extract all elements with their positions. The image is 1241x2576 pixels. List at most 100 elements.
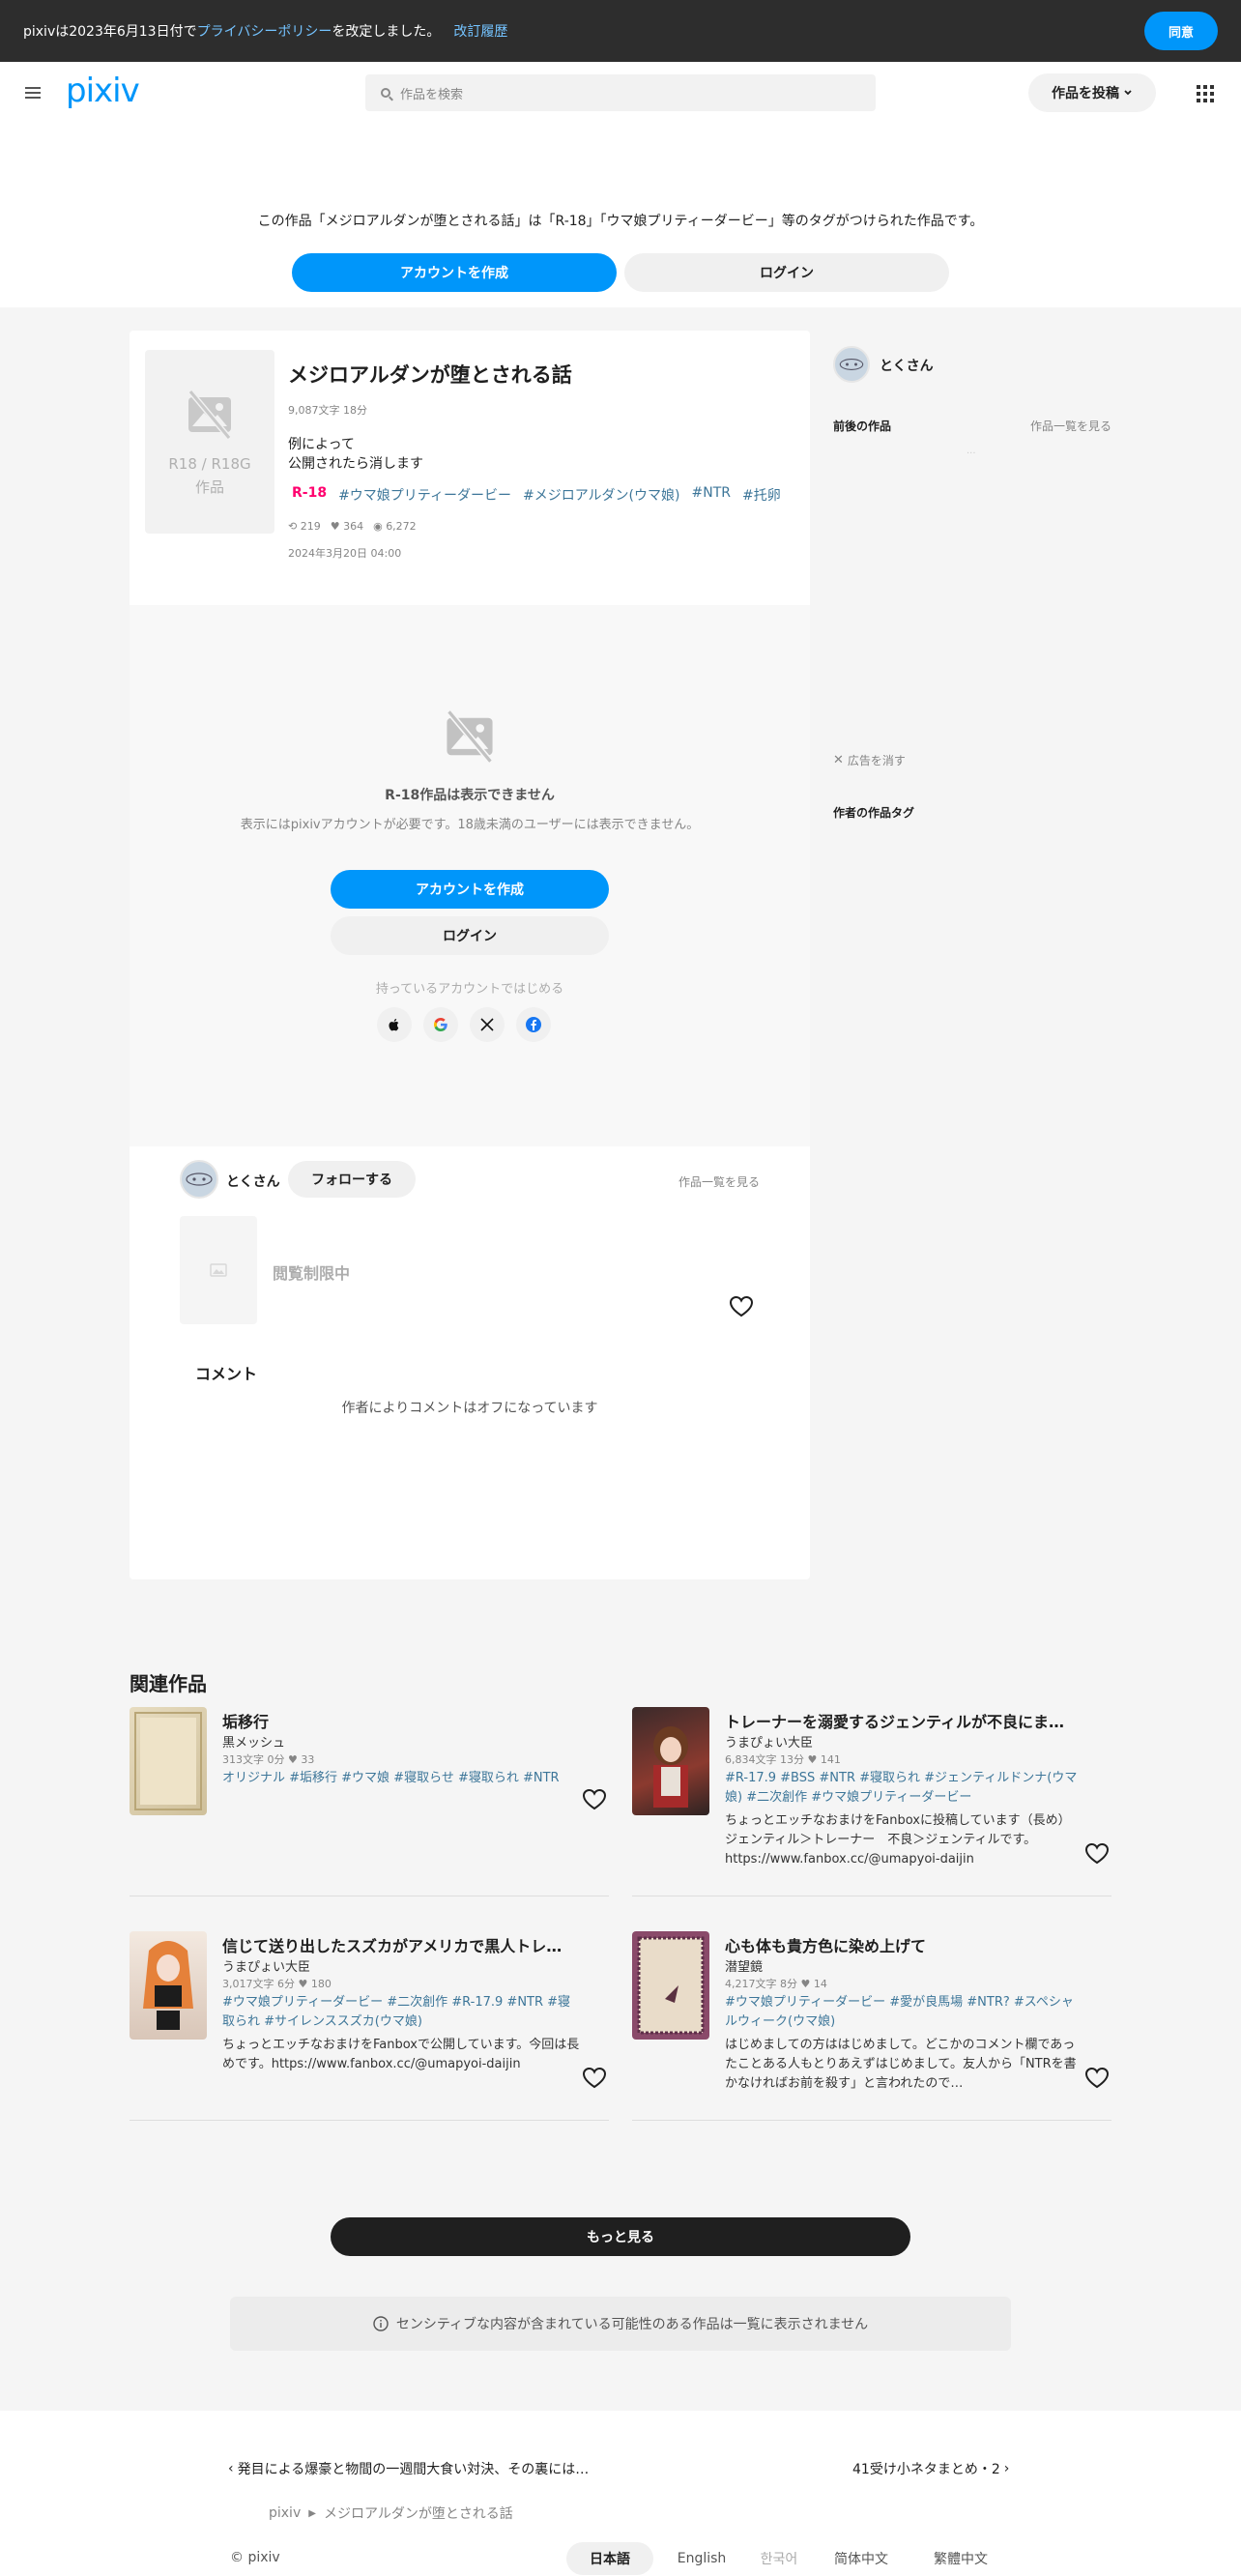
copyright: © pixiv [230,2550,280,2565]
apple-icon[interactable] [377,1007,412,1042]
post-work-button[interactable]: 作品を投稿 [1028,73,1156,112]
search-icon [381,88,390,98]
heart-outline-icon[interactable] [582,2067,607,2090]
related-author[interactable]: 黒メッシュ [222,1732,285,1751]
search-placeholder: 作品を検索 [400,87,464,102]
related-item[interactable]: 垢移行 黒メッシュ 313文字 0分 ♥ 33 オリジナル #垢移行 #ウマ娘 … [130,1707,609,1896]
privacy-policy-link[interactable]: プライバシーポリシー [197,21,332,41]
like-count: 364 [343,520,364,533]
related-author[interactable]: うまぴょい大臣 [725,1732,813,1751]
related-description: ちょっとエッチなおまけをFanboxに投稿しています（長め）ジェンティル＞トレー… [725,1813,1071,1867]
lang-ja[interactable]: 日本語 [566,2542,653,2575]
login-button[interactable]: ログイン [624,253,949,292]
prev-work-link[interactable]: ‹ 発目による爆豪と物間の一週間大食い対決、その裏には… [228,2459,589,2478]
restricted-subtitle: 表示にはpixivアカウントが必要です。18歳未満のユーザーには表示できません。 [240,818,700,832]
chevron-down-icon [1124,90,1132,96]
header: pixiv 作品を検索 作品を投稿 [0,62,1241,124]
heart-outline-icon[interactable] [582,1788,607,1811]
repost-icon: ⟲ [288,520,301,533]
related-meta: 3,017文字 6分 ♥ 180 [222,1978,332,1990]
author-avatar[interactable] [180,1160,218,1199]
related-cover[interactable] [130,1931,207,2040]
like-stat: ♥ 364 [331,520,363,533]
heart-outline-icon[interactable] [1084,2067,1110,2090]
lang-zh-cn[interactable]: 简体中文 [818,2542,905,2575]
search-input[interactable]: 作品を検索 [365,74,876,111]
side-works-link[interactable]: 作品一覧を見る [1030,418,1111,434]
author-name[interactable]: とくさん [226,1172,280,1191]
work-description: 例によって 公開されたら消します [288,435,423,474]
related-tags[interactable]: #R-17.9 #BSS #NTR #寝取られ #ジェンティルドンナ(ウマ娘) … [725,1769,1082,1808]
restricted-login-button[interactable]: ログイン [331,916,609,955]
tag-ntr[interactable]: #NTR [691,485,730,505]
related-author[interactable]: うまぴょい大臣 [222,1956,310,1975]
tag-mejiro-ardan[interactable]: #メジロアルダン(ウマ娘) [523,485,680,505]
desc-line: 例によって [288,437,355,452]
thumb-label-rating: R18 / R18G [168,454,251,473]
prev-next-label: 前後の作品 [833,420,892,433]
related-tags[interactable]: #ウマ娘プリティーダービー #二次創作 #R-17.9 #NTR #寝取られ #… [222,1993,580,2032]
side-author-name[interactable]: とくさん [880,356,934,375]
sso-text: 持っているアカウントではじめる [375,982,564,997]
sensitive-notice: センシティブな内容が含まれている可能性のある作品は一覧に表示されません [230,2297,1011,2351]
banner-suffix: を改定しました。 [332,24,441,40]
hide-ads-label: 広告を消す [847,754,906,767]
heart-outline-icon[interactable] [729,1295,754,1318]
agree-button[interactable]: 同意 [1144,12,1218,50]
heart-outline-icon[interactable] [1084,1842,1110,1866]
related-cover[interactable] [632,1707,709,1815]
tag-list: R-18 #ウマ娘プリティーダービー #メジロアルダン(ウマ娘) #NTR #托… [292,485,781,505]
related-meta: 4,217文字 8分 ♥ 14 [725,1978,827,1990]
tag-umamusume[interactable]: #ウマ娘プリティーダービー [338,485,511,505]
google-icon[interactable] [423,1007,458,1042]
related-item[interactable]: 信じて送り出したスズカがアメリカで黒人トレ… うまぴょい大臣 3,017文字 6… [130,1931,609,2121]
related-cover[interactable] [130,1707,207,1815]
menu-icon[interactable] [25,87,41,99]
related-cover[interactable] [632,1931,709,2040]
related-meta: 6,834文字 13分 ♥ 141 [725,1753,841,1766]
info-icon [373,2316,389,2331]
restricted-thumb[interactable] [180,1216,257,1324]
tag-r18[interactable]: R-18 [292,485,327,505]
related-title-text[interactable]: 垢移行 [222,1709,590,1732]
see-more-button[interactable]: もっと見る [331,2217,910,2256]
breadcrumb: pixiv ▶ メジロアルダンが堕とされる話 [269,2504,513,2523]
image-hidden-icon [188,389,232,440]
next-work-link[interactable]: 41受け小ネタまとめ・2 › [852,2459,1009,2478]
lang-ko[interactable]: 한국어 [750,2542,808,2575]
x-icon[interactable] [470,1007,505,1042]
author-works-link[interactable]: 作品一覧を見る [678,1173,760,1190]
view-stat: ◉ 6,272 [373,520,417,533]
work-stats: ⟲ 219 ♥ 364 ◉ 6,272 [288,520,417,533]
related-tags[interactable]: オリジナル #垢移行 #ウマ娘 #寝取らせ #寝取られ #NTR [222,1769,580,1788]
sso-buttons [377,1007,551,1042]
related-description: ちょっとエッチなおまけをFanboxで公開しています。今回は長めです。https… [222,2038,580,2071]
lang-en[interactable]: English [663,2542,740,2575]
related-title-text[interactable]: 信じて送り出したスズカがアメリカで黒人トレ… [222,1933,590,1956]
related-item[interactable]: トレーナーを溺愛するジェンティルが不良にま… うまぴょい大臣 6,834文字 1… [632,1707,1111,1896]
lang-zh-tw[interactable]: 繁體中文 [914,2542,1007,2575]
work-date: 2024年3月20日 04:00 [288,547,402,560]
post-work-label: 作品を投稿 [1052,86,1119,101]
create-account-button[interactable]: アカウントを作成 [292,253,617,292]
pixiv-logo[interactable]: pixiv [66,72,140,110]
chevron-right-icon: › [1003,2461,1010,2476]
thumb-label-work: 作品 [194,478,224,496]
related-tags[interactable]: #ウマ娘プリティーダービー #愛が良馬場 #NTR? #スペシャルウィーク(ウマ… [725,1993,1082,2032]
follow-button[interactable]: フォローする [288,1161,416,1198]
hide-ads-link[interactable]: ✕ 広告を消す [833,752,906,768]
apps-grid-icon[interactable] [1197,85,1214,102]
restricted-create-account-button[interactable]: アカウントを作成 [331,870,609,909]
facebook-icon[interactable] [516,1007,551,1042]
tag-takuran[interactable]: #托卵 [742,485,781,505]
prev-work-title: 発目による爆豪と物間の一週間大食い対決、その裏には… [237,2462,590,2477]
repost-stat: ⟲ 219 [288,520,321,533]
side-author-avatar[interactable] [833,346,870,383]
breadcrumb-root[interactable]: pixiv [269,2505,301,2521]
revision-history-link[interactable]: 改訂履歴 [453,21,507,41]
related-author[interactable]: 潜望鏡 [725,1956,763,1975]
related-item[interactable]: 心も体も貴方色に染め上げて 潜望鏡 4,217文字 8分 ♥ 14 #ウマ娘プリ… [632,1931,1111,2121]
related-title-text[interactable]: トレーナーを溺愛するジェンティルが不良にま… [725,1709,1092,1732]
chevron-left-icon: ‹ [228,2461,234,2476]
related-title-text[interactable]: 心も体も貴方色に染め上げて [725,1933,1092,1956]
